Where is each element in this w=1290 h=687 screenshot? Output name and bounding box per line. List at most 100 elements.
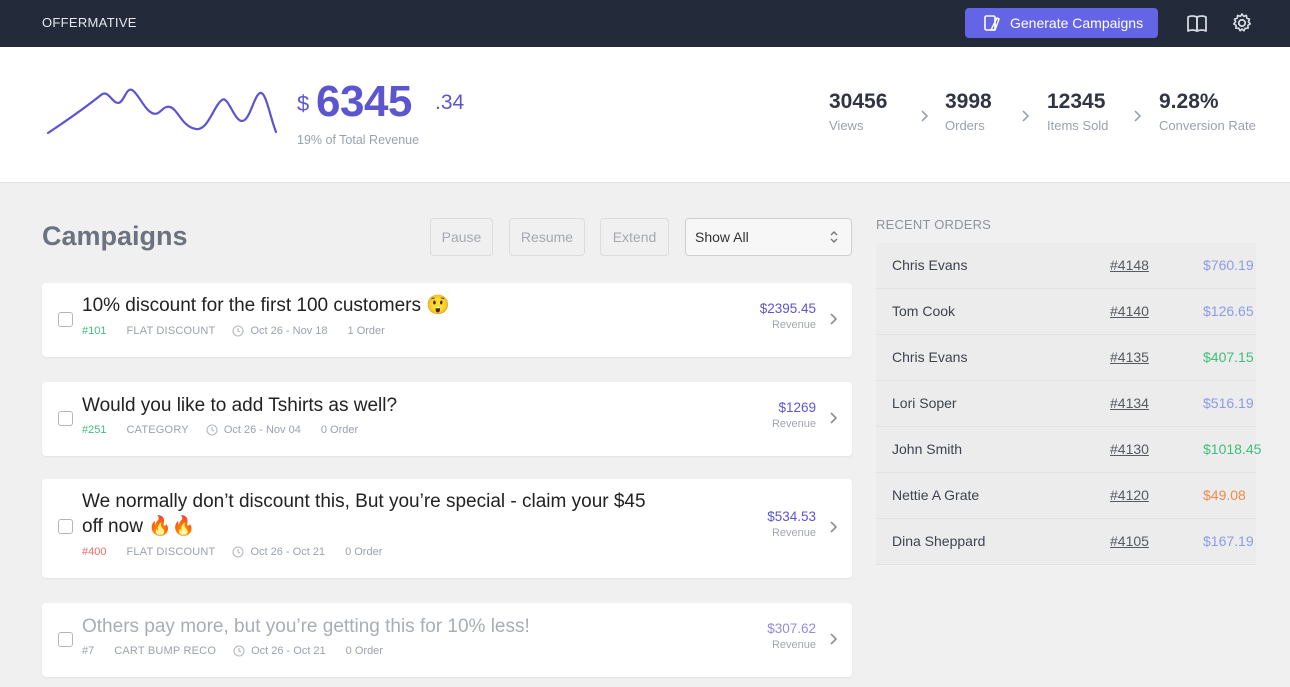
order-row: Lori Soper #4134 $516.19	[876, 381, 1256, 427]
order-amount: $1018.45	[1203, 441, 1262, 457]
metric-views: 30456 Views	[829, 90, 887, 133]
order-id-link[interactable]: #4140	[1110, 303, 1149, 319]
campaign-orders: 0 Order	[345, 546, 383, 558]
order-id-link[interactable]: #4105	[1110, 533, 1149, 549]
order-row: Dina Sheppard #4105 $167.19	[876, 519, 1256, 565]
campaign-revenue: $1269	[778, 400, 816, 415]
metric-label: Views	[829, 118, 864, 133]
campaign-card[interactable]: Others pay more, but you’re getting this…	[42, 603, 852, 677]
filter-select[interactable]: Show All	[685, 218, 852, 256]
generate-campaigns-button[interactable]: Generate Campaigns	[965, 8, 1158, 38]
order-amount: $760.19	[1203, 257, 1254, 273]
campaign-type: FLAT DISCOUNT	[126, 546, 216, 558]
order-amount: $407.15	[1203, 349, 1254, 365]
campaign-checkbox[interactable]	[58, 411, 73, 426]
campaign-title-line-2: off now 🔥🔥	[82, 516, 196, 537]
campaign-meta: #251 CATEGORY Oct 26 - Nov 04 0 Order	[82, 424, 358, 436]
metric-label: Items Sold	[1047, 118, 1109, 133]
order-row: Chris Evans #4135 $407.15	[876, 335, 1256, 381]
stats-header: $ 6345 .34 19% of Total Revenue 30456 Vi…	[0, 47, 1290, 183]
order-id-link[interactable]: #4135	[1110, 349, 1149, 365]
chevron-right-icon[interactable]	[828, 632, 838, 646]
campaign-meta: #400 FLAT DISCOUNT Oct 26 - Oct 21 0 Ord…	[82, 546, 382, 558]
order-id-link[interactable]: #4120	[1110, 487, 1149, 503]
campaign-revenue-label: Revenue	[771, 418, 816, 430]
metric-label: Conversion Rate	[1159, 118, 1256, 133]
top-bar: OFFERMATIVE Generate Campaigns	[0, 0, 1290, 47]
campaign-meta: #101 FLAT DISCOUNT Oct 26 - Nov 18 1 Ord…	[82, 325, 385, 337]
extend-button[interactable]: Extend	[600, 218, 669, 256]
order-row: Nettie A Grate #4120 $49.08	[876, 473, 1256, 519]
order-amount: $126.65	[1203, 303, 1254, 319]
order-amount: $516.19	[1203, 395, 1254, 411]
campaign-title: Others pay more, but you’re getting this…	[82, 616, 530, 637]
campaign-card[interactable]: Would you like to add Tshirts as well? #…	[42, 382, 852, 456]
campaign-revenue: $534.53	[767, 509, 816, 524]
campaign-orders: 1 Order	[347, 325, 385, 337]
campaign-id: #7	[82, 645, 95, 657]
campaign-checkbox[interactable]	[58, 312, 73, 327]
revenue-amount: 6345	[316, 77, 412, 126]
book-icon[interactable]	[1186, 12, 1208, 34]
campaign-title: 10% discount for the first 100 customers…	[82, 295, 450, 316]
order-amount: $167.19	[1203, 533, 1254, 549]
campaign-orders: 0 Order	[320, 424, 359, 436]
campaign-id: #251	[82, 424, 107, 436]
order-id-link[interactable]: #4134	[1110, 395, 1149, 411]
metric-value: 3998	[945, 90, 992, 113]
metric-label: Orders	[945, 118, 985, 133]
gear-icon[interactable]	[1231, 12, 1253, 34]
order-customer: John Smith	[892, 441, 963, 457]
order-id-link[interactable]: #4130	[1110, 441, 1149, 457]
brand-logo[interactable]: OFFERMATIVE	[42, 15, 137, 30]
campaign-card[interactable]: 10% discount for the first 100 customers…	[42, 283, 852, 357]
order-id-link[interactable]: #4148	[1110, 257, 1149, 273]
revenue-currency: $	[297, 91, 310, 116]
order-customer: Nettie A Grate	[892, 487, 980, 503]
chevron-right-icon[interactable]	[828, 520, 838, 534]
campaign-revenue-label: Revenue	[771, 319, 816, 331]
chevron-right-icon[interactable]	[828, 312, 838, 326]
order-customer: Chris Evans	[892, 257, 968, 273]
metric-value: 12345	[1047, 90, 1106, 113]
pause-button[interactable]: Pause	[430, 218, 493, 256]
order-amount: $49.08	[1203, 487, 1246, 503]
metric-items-sold: 12345 Items Sold	[1047, 90, 1108, 133]
generate-campaigns-label: Generate Campaigns	[1010, 15, 1144, 31]
campaign-revenue-label: Revenue	[771, 527, 816, 539]
campaign-dates: Oct 26 - Oct 21	[251, 645, 326, 657]
recent-orders-title: RECENT ORDERS	[876, 217, 992, 232]
campaign-checkbox[interactable]	[58, 632, 73, 647]
campaign-type: CART BUMP RECO	[114, 645, 217, 657]
metric-conversion-rate: 9.28% Conversion Rate	[1159, 90, 1256, 133]
chevron-right-icon[interactable]	[828, 411, 838, 425]
campaign-title-line-1: We normally don’t discount this, But you…	[82, 491, 646, 512]
campaign-meta: #7 CART BUMP RECO Oct 26 - Oct 21 0 Orde…	[82, 645, 383, 657]
order-customer: Tom Cook	[892, 303, 956, 319]
campaign-checkbox[interactable]	[58, 519, 73, 534]
order-row: John Smith #4130 $1018.45	[876, 427, 1261, 473]
campaign-type: CATEGORY	[126, 424, 189, 436]
campaign-id: #400	[82, 546, 107, 558]
campaign-id: #101	[82, 325, 107, 337]
resume-button[interactable]: Resume	[509, 218, 585, 256]
chevron-right-icon	[1134, 110, 1142, 122]
clock-icon	[233, 645, 245, 657]
campaign-revenue: $2395.45	[759, 301, 816, 316]
revenue-subtitle: 19% of Total Revenue	[297, 133, 420, 147]
campaign-revenue-label: Revenue	[771, 639, 816, 651]
order-customer: Chris Evans	[892, 349, 968, 365]
chevron-right-icon	[1022, 110, 1030, 122]
clock-icon	[232, 325, 245, 337]
order-row: Tom Cook #4140 $126.65	[876, 289, 1256, 335]
filter-selected-value: Show All	[695, 229, 749, 245]
order-customer: Lori Soper	[892, 395, 957, 411]
revenue-sparkline	[46, 88, 278, 135]
order-customer: Dina Sheppard	[892, 533, 986, 549]
metric-value: 9.28%	[1159, 90, 1219, 113]
clock-icon	[232, 546, 245, 558]
metric-value: 30456	[829, 90, 888, 113]
chevron-right-icon	[921, 110, 929, 122]
metric-orders: 3998 Orders	[945, 90, 992, 133]
campaign-card[interactable]: We normally don’t discount this, But you…	[42, 479, 852, 578]
